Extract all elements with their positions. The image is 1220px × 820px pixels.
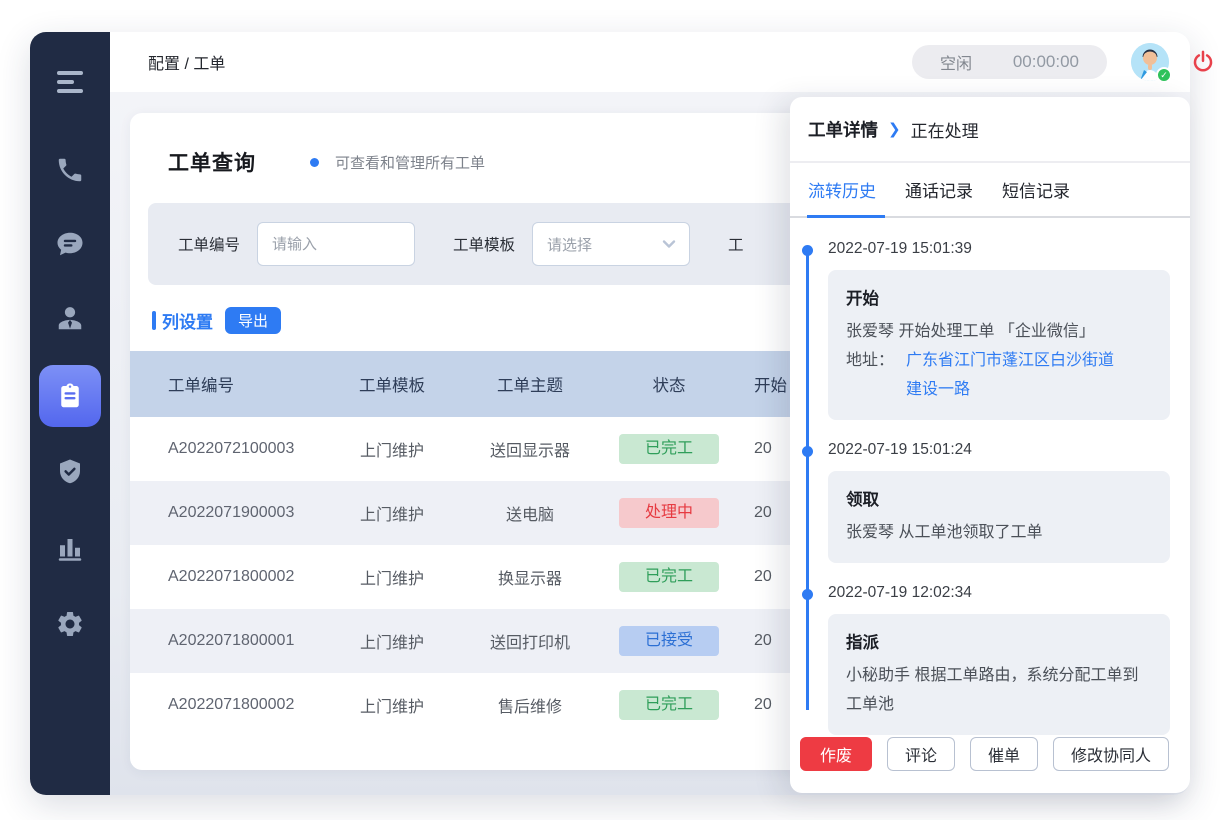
filter-label-template: 工单模板 (453, 233, 515, 255)
cell-template: 上门维护 (328, 629, 456, 653)
status-badge: 处理中 (619, 498, 719, 528)
tab-sms-records[interactable]: 短信记录 (1002, 177, 1070, 218)
cell-order-id: A2022071800001 (168, 632, 328, 650)
cell-order-id: A2022071800002 (168, 696, 328, 714)
online-check-icon: ✓ (1156, 67, 1172, 83)
cell-subject: 送回打印机 (456, 629, 604, 653)
subtitle-dot-icon (310, 158, 319, 167)
timeline-entry: 2022-07-19 15:01:39 开始 张爱琴 开始处理工单 「企业微信」… (828, 240, 1170, 420)
timeline-event-title: 领取 (846, 486, 1152, 510)
order-id-input[interactable] (257, 222, 415, 266)
sidebar (30, 32, 110, 795)
sidebar-item-security[interactable] (39, 441, 101, 503)
tab-flow-history[interactable]: 流转历史 (808, 177, 876, 218)
agent-timer: 00:00:00 (1013, 52, 1079, 72)
status-badge: 已完工 (619, 434, 719, 464)
agent-status-pill: 空闲 00:00:00 (912, 45, 1107, 79)
status-badge: 已接受 (619, 626, 719, 656)
void-button[interactable]: 作废 (800, 737, 872, 771)
detail-title: 工单详情 (808, 117, 878, 142)
cell-template: 上门维护 (328, 565, 456, 589)
agent-status-label: 空闲 (940, 50, 972, 74)
detail-header: 工单详情 ❯ 正在处理 (790, 97, 1190, 161)
page-title: 工单查询 (168, 147, 256, 177)
sidebar-item-reports[interactable] (39, 518, 101, 580)
template-select[interactable]: 请选择 (532, 222, 690, 266)
chevron-down-icon (661, 236, 677, 252)
timeline-rail (806, 250, 809, 710)
cell-order-id: A2022071900003 (168, 504, 328, 522)
timeline-dot-icon (802, 245, 813, 256)
sidebar-item-workorders[interactable] (39, 365, 101, 427)
cell-order-id: A2022072100003 (168, 440, 328, 458)
cell-template: 上门维护 (328, 501, 456, 525)
cell-subject: 送回显示器 (456, 437, 604, 461)
timeline-card: 指派 小秘助手 根据工单路由，系统分配工单到工单池 (828, 614, 1170, 735)
detail-status: 正在处理 (911, 117, 979, 142)
timeline-time: 2022-07-19 15:01:24 (828, 441, 1170, 459)
address-link[interactable]: 广东省江门市蓬江区白沙街道建设一路 (906, 346, 1118, 404)
address-prefix: 地址： (846, 346, 894, 404)
tab-call-records[interactable]: 通话记录 (905, 177, 973, 218)
page-subtitle: 可查看和管理所有工单 (335, 152, 485, 173)
filter-label-truncated: 工 (728, 233, 744, 255)
timeline-entry: 2022-07-19 12:02:34 指派 小秘助手 根据工单路由，系统分配工… (828, 584, 1170, 735)
cell-template: 上门维护 (328, 693, 456, 717)
status-badge: 已完工 (619, 562, 719, 592)
col-header-status: 状态 (604, 372, 734, 396)
timeline-card: 领取 张爱琴 从工单池领取了工单 (828, 471, 1170, 563)
menu-toggle-icon[interactable] (39, 51, 101, 113)
col-header-template: 工单模板 (328, 372, 456, 396)
cell-subject: 售后维修 (456, 693, 604, 717)
avatar[interactable]: ✓ (1131, 43, 1169, 81)
sidebar-item-phone[interactable] (39, 139, 101, 201)
detail-actions: 作废 评论 催单 修改协同人 (790, 737, 1190, 771)
sidebar-item-chat[interactable] (39, 213, 101, 275)
timeline-event-text: 张爱琴 从工单池领取了工单 (846, 518, 1152, 547)
timeline-dot-icon (802, 446, 813, 457)
comment-button[interactable]: 评论 (887, 737, 955, 771)
column-settings-bar-icon (152, 311, 156, 330)
urge-button[interactable]: 催单 (970, 737, 1038, 771)
timeline-event-title: 指派 (846, 629, 1152, 653)
cell-order-id: A2022071800002 (168, 568, 328, 586)
topbar: 配置 / 工单 空闲 00:00:00 ✓ (110, 32, 1190, 92)
timeline-entry: 2022-07-19 15:01:24 领取 张爱琴 从工单池领取了工单 (828, 441, 1170, 563)
status-badge: 已完工 (619, 690, 719, 720)
flow-history-timeline: 2022-07-19 15:01:39 开始 张爱琴 开始处理工单 「企业微信」… (790, 218, 1190, 735)
template-select-value: 请选择 (547, 234, 592, 255)
sidebar-item-settings[interactable] (39, 593, 101, 655)
filter-label-order-id: 工单编号 (178, 233, 240, 255)
timeline-dot-icon (802, 589, 813, 600)
timeline-event-text: 张爱琴 开始处理工单 「企业微信」 (846, 317, 1152, 346)
timeline-card: 开始 张爱琴 开始处理工单 「企业微信」 地址： 广东省江门市蓬江区白沙街道建设… (828, 270, 1170, 420)
column-settings-link[interactable]: 列设置 (162, 308, 213, 333)
cell-subject: 送电脑 (456, 501, 604, 525)
app-window: 工单查询 可查看和管理所有工单 工单编号 工单模板 请选择 工 列设置 导出 (30, 32, 1190, 795)
sidebar-item-contacts[interactable] (39, 287, 101, 349)
col-header-order-id: 工单编号 (168, 372, 328, 396)
cell-template: 上门维护 (328, 437, 456, 461)
timeline-event-title: 开始 (846, 285, 1152, 309)
modify-collaborator-button[interactable]: 修改协同人 (1053, 737, 1169, 771)
chevron-right-icon: ❯ (888, 120, 901, 138)
col-header-subject: 工单主题 (456, 372, 604, 396)
timeline-address-row: 地址： 广东省江门市蓬江区白沙街道建设一路 (846, 346, 1152, 404)
export-button[interactable]: 导出 (225, 307, 281, 334)
workorder-detail-panel: 工单详情 ❯ 正在处理 流转历史 通话记录 短信记录 2022-07-19 15… (790, 97, 1190, 793)
timeline-time: 2022-07-19 12:02:34 (828, 584, 1170, 602)
timeline-time: 2022-07-19 15:01:39 (828, 240, 1170, 258)
detail-tabs: 流转历史 通话记录 短信记录 (790, 163, 1190, 218)
power-button-icon[interactable] (1190, 49, 1216, 75)
breadcrumb: 配置 / 工单 (148, 50, 225, 74)
timeline-event-text: 小秘助手 根据工单路由，系统分配工单到工单池 (846, 661, 1152, 719)
cell-subject: 换显示器 (456, 565, 604, 589)
